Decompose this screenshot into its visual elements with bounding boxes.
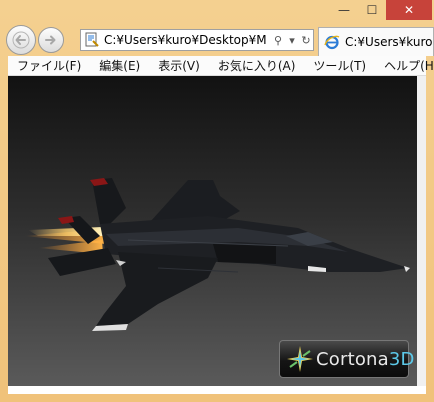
arrow-right-icon: [45, 35, 56, 45]
content-gutter: [417, 76, 426, 386]
cortona3d-logo: Cortona3D: [279, 340, 414, 378]
search-icon[interactable]: ⚲: [271, 34, 285, 47]
address-bar[interactable]: C:¥Users¥kuro¥Desktop¥M ⚲ ▾ ↻: [80, 29, 314, 51]
3d-viewer[interactable]: Cortona3D: [8, 76, 417, 386]
browser-window: — ☐ ✕ C:¥Users¥kuro¥Desktop¥M ⚲ ▾ ↻ C:¥U…: [0, 0, 434, 402]
navigation-bar: C:¥Users¥kuro¥Desktop¥M ⚲ ▾ ↻ C:¥Users¥k…: [0, 24, 434, 56]
status-strip: [8, 386, 426, 394]
menu-favorites[interactable]: お気に入り(A): [209, 57, 305, 74]
menu-tools[interactable]: ツール(T): [304, 57, 375, 74]
menu-bar: ファイル(F) 編集(E) 表示(V) お気に入り(A) ツール(T) ヘルプ(…: [8, 56, 434, 76]
chevron-down-icon[interactable]: ▾: [285, 34, 299, 47]
menu-file[interactable]: ファイル(F): [8, 57, 90, 74]
ie-icon: [324, 35, 340, 50]
tab-title: C:¥Users¥kuro¥: [345, 35, 434, 49]
cortona-logo-text: Cortona3D: [316, 348, 415, 370]
forward-button[interactable]: [38, 27, 64, 53]
menu-help[interactable]: ヘルプ(H): [375, 57, 434, 74]
tab-current[interactable]: C:¥Users¥kuro¥: [318, 27, 434, 56]
cortona-star-icon: [287, 346, 313, 372]
back-button[interactable]: [6, 25, 36, 55]
page-icon: [85, 32, 99, 47]
close-button[interactable]: ✕: [386, 0, 432, 20]
arrow-left-icon: [12, 31, 30, 49]
menu-view[interactable]: 表示(V): [149, 57, 209, 74]
minimize-button[interactable]: —: [330, 0, 358, 20]
menu-edit[interactable]: 編集(E): [90, 57, 149, 74]
title-bar: — ☐ ✕: [0, 0, 434, 24]
refresh-icon[interactable]: ↻: [299, 34, 313, 47]
maximize-button[interactable]: ☐: [358, 0, 386, 20]
address-input[interactable]: C:¥Users¥kuro¥Desktop¥M: [104, 33, 271, 47]
